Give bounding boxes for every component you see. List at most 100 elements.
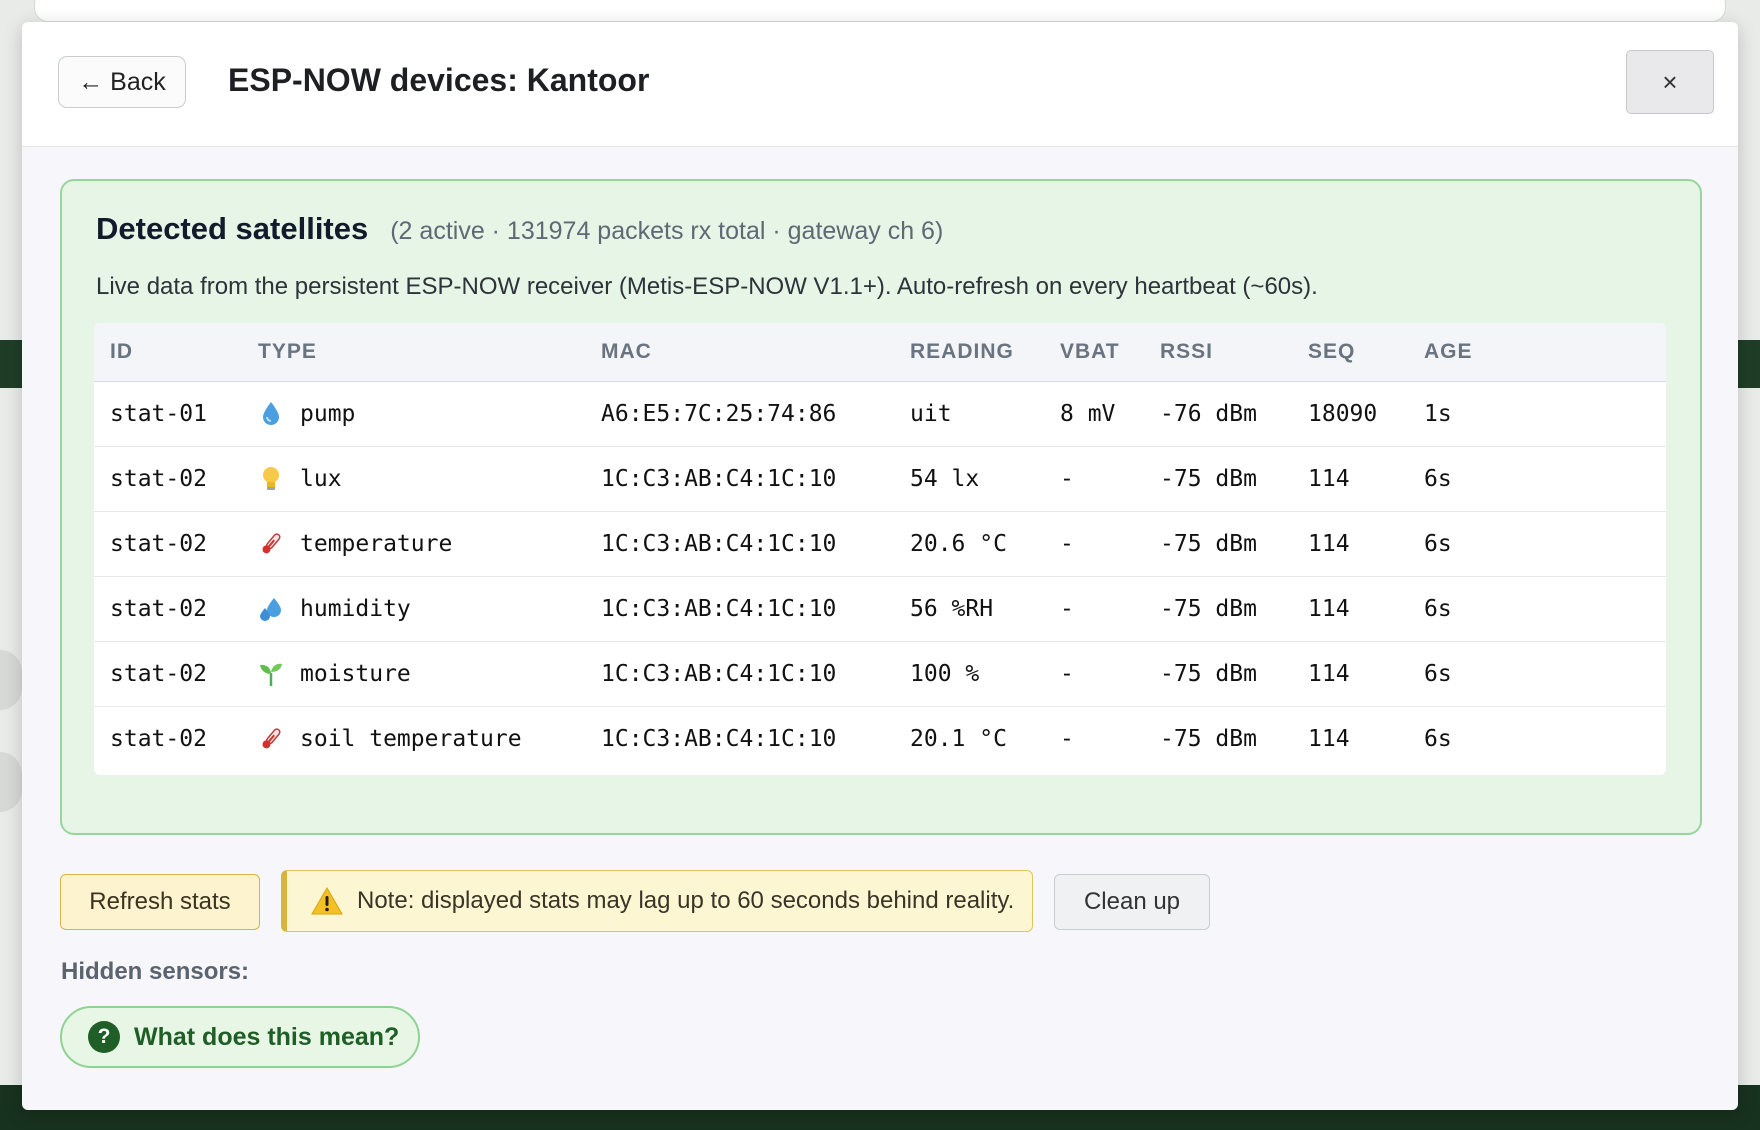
espnow-devices-modal: ← Back ESP-NOW devices: Kantoor × Detect…: [22, 22, 1738, 1110]
cell-mac: 1C:C3:AB:C4:1C:10: [601, 726, 837, 752]
cell-type: humidity: [242, 576, 585, 642]
column-header[interactable]: ID: [94, 323, 242, 382]
back-button[interactable]: ← Back: [58, 56, 186, 108]
cell-rssi: -75 dBm: [1144, 576, 1292, 642]
cell-id: stat-02: [94, 576, 242, 642]
table-row[interactable]: stat-02 temperature 1C:C3:AB:C4:1C:10 20…: [94, 511, 1666, 577]
cell-id: stat-01: [94, 381, 242, 447]
cell-id: stat-02: [94, 641, 242, 707]
cell-seq: 114: [1292, 446, 1408, 512]
cell-rssi: -75 dBm: [1144, 511, 1292, 577]
cell-mac: 1C:C3:AB:C4:1C:10: [585, 576, 894, 642]
satellites-heading: Detected satellites (2 active · 131974 p…: [96, 211, 943, 247]
cell-type: temperature: [242, 511, 585, 577]
cell-id: stat-02: [94, 511, 242, 577]
cell-type: lux: [242, 446, 585, 512]
droplet-icon: [258, 400, 284, 428]
type-label: temperature: [300, 531, 453, 557]
thermometer-icon: [258, 725, 284, 753]
type-label: humidity: [300, 596, 411, 622]
cell-vbat: -: [1060, 726, 1074, 752]
cell-reading: 20.1 °C: [910, 726, 1007, 752]
cell-vbat: -: [1044, 576, 1144, 642]
satellites-summary: (2 active · 131974 packets rx total · ga…: [390, 217, 944, 245]
table-row[interactable]: stat-02 lux 1C:C3:AB:C4:1C:10 54 lx - -7…: [94, 446, 1666, 512]
hidden-sensors-label: Hidden sensors:: [61, 958, 250, 985]
cell-seq: 114: [1292, 641, 1408, 707]
cell-type: pump: [242, 381, 585, 447]
what-does-this-mean-button[interactable]: ? What does this mean?: [60, 1006, 420, 1068]
refresh-stats-button[interactable]: Refresh stats: [60, 874, 260, 930]
column-header[interactable]: AGE: [1408, 323, 1666, 382]
cell-age: 1s: [1408, 381, 1666, 447]
cell-mac: 1C:C3:AB:C4:1C:10: [585, 511, 894, 577]
modal-title: ESP-NOW devices: Kantoor: [228, 62, 650, 98]
cell-vbat: -: [1044, 511, 1144, 577]
cell-seq: 114: [1308, 726, 1350, 752]
column-header[interactable]: RSSI: [1144, 323, 1292, 382]
background-control: [0, 752, 22, 812]
satellites-title: Detected satellites: [96, 211, 369, 246]
cell-mac: A6:E5:7C:25:74:86: [585, 381, 894, 447]
cell-rssi: -75 dBm: [1160, 726, 1257, 752]
column-header[interactable]: MAC: [585, 323, 894, 382]
cell-mac: 1C:C3:AB:C4:1C:10: [585, 446, 894, 512]
table-row[interactable]: stat-01 pump A6:E5:7C:25:74:86 uit 8 mV …: [94, 381, 1666, 447]
column-header[interactable]: TYPE: [242, 323, 585, 382]
table-header-row: ID TYPE MAC READING VBAT RSSI SEQ AGE: [94, 323, 1666, 382]
satellites-description: Live data from the persistent ESP-NOW re…: [96, 273, 1318, 300]
note-text: Note: displayed stats may lag up to 60 s…: [357, 887, 1015, 914]
cell-age: 6s: [1408, 576, 1666, 642]
close-icon: ×: [1662, 66, 1678, 97]
background-control: [0, 650, 22, 710]
warning-icon: [311, 887, 343, 915]
detected-satellites-panel: Detected satellites (2 active · 131974 p…: [60, 179, 1702, 835]
table-row[interactable]: stat-02 humidity 1C:C3:AB:C4:1C:10 56 %R…: [94, 576, 1666, 642]
seedling-icon: [258, 660, 284, 688]
cell-vbat: -: [1044, 641, 1144, 707]
table-row[interactable]: stat-02 soil temperature 1C:C3:AB:C4:1C:…: [94, 707, 1666, 772]
type-label: moisture: [300, 661, 411, 687]
type-label: pump: [300, 401, 356, 427]
background-stripe-right: [1738, 340, 1760, 388]
cell-rssi: -75 dBm: [1144, 446, 1292, 512]
question-circle-icon: ?: [88, 1021, 120, 1053]
lightbulb-icon: [258, 465, 284, 493]
cell-reading: 20.6 °C: [894, 511, 1044, 577]
cell-age: 6s: [1424, 726, 1452, 752]
close-button[interactable]: ×: [1626, 50, 1714, 114]
cell-age: 6s: [1408, 641, 1666, 707]
cell-vbat: -: [1044, 446, 1144, 512]
type-label: soil temperature: [300, 726, 522, 752]
background-stripe-left: [0, 340, 22, 388]
satellites-table: ID TYPE MAC READING VBAT RSSI SEQ AGE st…: [94, 323, 1666, 771]
cell-reading: 54 lx: [894, 446, 1044, 512]
cell-type: soil temperature: [242, 707, 585, 772]
cell-rssi: -76 dBm: [1144, 381, 1292, 447]
type-label: lux: [300, 466, 342, 492]
background-card: [34, 0, 1726, 22]
cell-rssi: -75 dBm: [1144, 641, 1292, 707]
clean-up-button[interactable]: Clean up: [1054, 874, 1210, 930]
column-header[interactable]: READING: [894, 323, 1044, 382]
cell-seq: 114: [1292, 511, 1408, 577]
table-row[interactable]: stat-02 moisture 1C:C3:AB:C4:1C:10 100 %…: [94, 641, 1666, 707]
cell-type: moisture: [242, 641, 585, 707]
column-header[interactable]: VBAT: [1044, 323, 1144, 382]
cell-vbat: 8 mV: [1044, 381, 1144, 447]
cell-seq: 114: [1292, 576, 1408, 642]
lag-warning-note: Note: displayed stats may lag up to 60 s…: [281, 870, 1033, 932]
thermometer-icon: [258, 530, 284, 558]
cell-mac: 1C:C3:AB:C4:1C:10: [585, 641, 894, 707]
cell-reading: 56 %RH: [894, 576, 1044, 642]
column-header[interactable]: SEQ: [1292, 323, 1408, 382]
cell-id: stat-02: [110, 726, 207, 752]
cell-seq: 18090: [1292, 381, 1408, 447]
cell-reading: 100 %: [894, 641, 1044, 707]
cell-id: stat-02: [94, 446, 242, 512]
cell-age: 6s: [1408, 511, 1666, 577]
cell-reading: uit: [894, 381, 1044, 447]
help-label: What does this mean?: [134, 1022, 400, 1051]
cell-age: 6s: [1408, 446, 1666, 512]
water-drops-icon: [258, 595, 284, 623]
